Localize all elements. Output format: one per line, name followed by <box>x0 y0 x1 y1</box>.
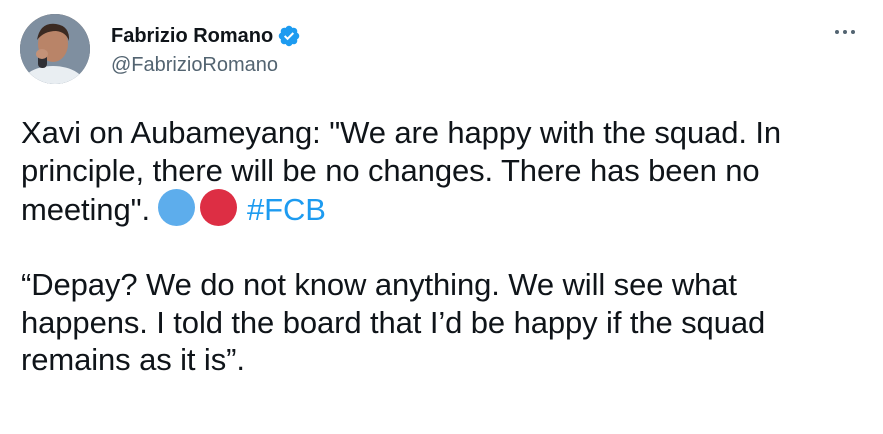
tweet-paragraph-1: Xavi on Aubameyang: "We are happy with t… <box>21 114 871 229</box>
blue-circle-emoji <box>158 189 196 226</box>
hashtag-link[interactable]: #FCB <box>247 192 326 227</box>
tweet-text: Xavi on Aubameyang: "We are happy with t… <box>21 114 871 379</box>
author-info: Fabrizio Romano @FabrizioRomano <box>111 22 301 78</box>
verified-badge-icon <box>277 24 301 48</box>
avatar[interactable] <box>20 14 90 84</box>
more-options-button[interactable] <box>827 18 863 46</box>
tweet-paragraph-2-text: “Depay? We do not know anything. We will… <box>21 267 766 377</box>
tweet-card: Fabrizio Romano @FabrizioRomano Xavi on … <box>0 0 883 434</box>
red-circle-emoji <box>200 189 238 226</box>
author-display-name[interactable]: Fabrizio Romano <box>111 22 273 50</box>
more-options-icon-dot <box>843 30 847 34</box>
profile-photo <box>20 14 90 84</box>
more-options-icon <box>835 30 839 34</box>
name-row: Fabrizio Romano <box>111 22 301 50</box>
author-handle[interactable]: @FabrizioRomano <box>111 52 301 78</box>
more-options-icon-dot <box>851 30 855 34</box>
tweet-paragraph-2: “Depay? We do not know anything. We will… <box>21 266 871 379</box>
tweet-paragraph-1-text: Xavi on Aubameyang: "We are happy with t… <box>21 115 782 227</box>
